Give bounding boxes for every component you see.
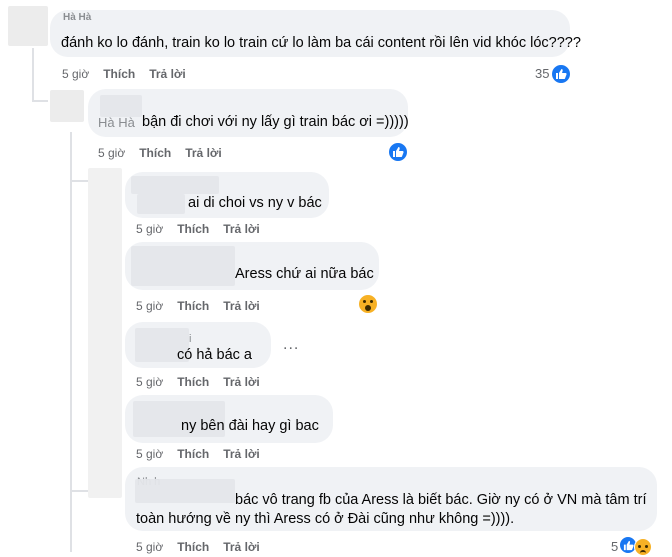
reply-actions-3: 5 giờ Thích Trả lời [136, 375, 274, 389]
comment-bubble-1: Hà Hà đánh ko lo đánh, train ko lo train… [50, 8, 581, 57]
timestamp[interactable]: 5 giờ [136, 447, 163, 461]
reply-button[interactable]: Trả lời [223, 299, 260, 313]
timestamp[interactable]: 5 giờ [136, 540, 163, 554]
reaction-count[interactable]: 35 [535, 66, 549, 81]
timestamp[interactable]: 5 giờ [62, 67, 89, 81]
reply-button[interactable]: Trả lời [223, 540, 260, 554]
reply-bubble-1: ai di choi vs ny v bác [125, 172, 329, 218]
like-button[interactable]: Thích [139, 146, 171, 160]
thread-line-main [32, 48, 34, 102]
reply-bubble-3: i có hả bác a [125, 322, 271, 368]
reply-button[interactable]: Trả lời [185, 146, 222, 160]
like-button[interactable]: Thích [177, 299, 209, 313]
like-button[interactable]: Thích [177, 375, 209, 389]
avatar[interactable] [8, 6, 48, 46]
more-options-icon[interactable]: ... [283, 336, 299, 354]
sad-reaction-icon [634, 538, 652, 556]
comment-text: có hả bác a [177, 347, 252, 363]
comment-text: bận đi chơi với ny lấy gì train bác ơi =… [142, 114, 409, 130]
avatar[interactable] [50, 90, 84, 122]
comment-actions-1: 5 giờ Thích Trả lời [62, 67, 200, 81]
avatar[interactable] [88, 168, 122, 498]
comment-text: đánh ko lo đánh, train ko lo train cứ lo… [61, 35, 581, 51]
comment-text-line-1: bác vô trang fb của Aress là biết bác. G… [235, 492, 647, 508]
redacted-name [131, 246, 235, 286]
comment-name-partial: Hà Hà [98, 115, 135, 130]
thread-line-sub [70, 180, 88, 182]
reply-button[interactable]: Trả lời [149, 67, 186, 81]
reply-button[interactable]: Trả lời [223, 222, 260, 236]
reply-actions-4: 5 giờ Thích Trả lời [136, 447, 274, 461]
timestamp[interactable]: 5 giờ [136, 299, 163, 313]
comment-actions-2: 5 giờ Thích Trả lời [98, 146, 236, 160]
reply-actions-1: 5 giờ Thích Trả lời [136, 222, 274, 236]
thread-line-main-h [32, 100, 48, 102]
like-button[interactable]: Thích [177, 540, 209, 554]
reply-button[interactable]: Trả lời [223, 447, 260, 461]
reply-bubble-4: ny bên đài hay gì bac [125, 395, 333, 443]
timestamp[interactable]: 5 giờ [136, 222, 163, 236]
comment-text: ny bên đài hay gì bac [181, 418, 319, 434]
like-button[interactable]: Thích [177, 222, 209, 236]
redacted-name [131, 176, 219, 194]
timestamp[interactable]: 5 giờ [98, 146, 125, 160]
reply-bubble-2: Aress chứ ai nữa bác [125, 242, 379, 290]
comment-text-line-2: toàn hướng về ny thì Aress có ở Đài cũng… [136, 511, 515, 527]
timestamp[interactable]: 5 giờ [136, 375, 163, 389]
like-button[interactable]: Thích [103, 67, 135, 81]
comment-text: Aress chứ ai nữa bác [235, 266, 374, 282]
comment-bubble-2: Hà Hà bận đi chơi với ny lấy gì train bá… [88, 89, 409, 137]
like-button[interactable]: Thích [177, 447, 209, 461]
reply-actions-2: 5 giờ Thích Trả lời [136, 299, 274, 313]
wow-reaction-icon [358, 294, 378, 314]
reply-bubble-5: Nh h bác vô trang fb của Aress là biết b… [125, 467, 657, 531]
like-reaction-icon [551, 64, 571, 84]
redacted-name [137, 194, 185, 214]
thread-line-sub-2 [70, 490, 88, 492]
reply-button[interactable]: Trả lời [223, 375, 260, 389]
comment-text: ai di choi vs ny v bác [188, 195, 322, 211]
redacted-name [135, 479, 235, 503]
commenter-name[interactable]: Hà Hà [63, 8, 91, 27]
thread-line-reply [70, 132, 72, 552]
reply-actions-5: 5 giờ Thích Trả lời [136, 540, 274, 554]
like-reaction-icon [388, 142, 408, 162]
reaction-count[interactable]: 5 [611, 539, 618, 554]
